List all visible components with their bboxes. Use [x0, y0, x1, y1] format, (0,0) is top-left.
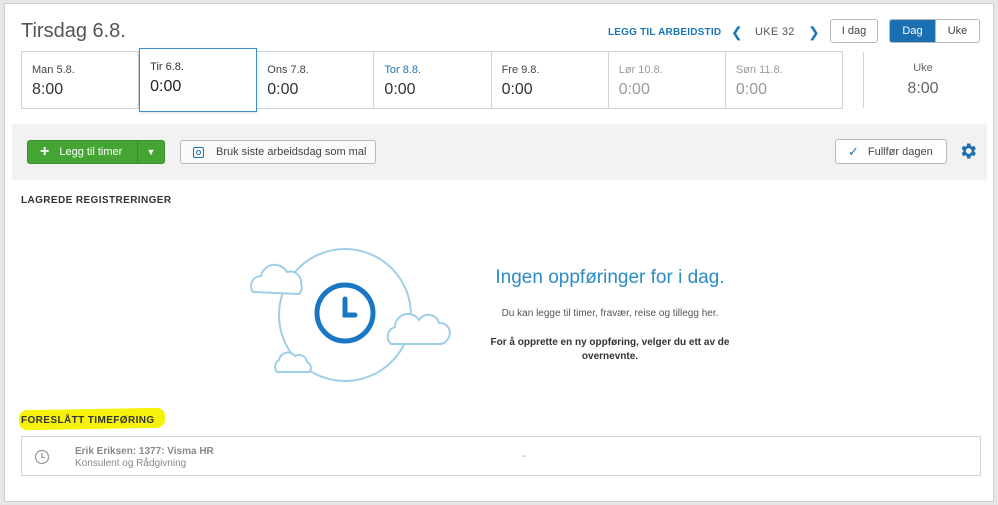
week-total: Uke 8:00: [875, 62, 971, 98]
week-total-value: 8:00: [907, 80, 939, 97]
suggested-entry-row[interactable]: Erik Eriksen: 1377: Visma HR Konsulent o…: [21, 436, 981, 476]
saved-entries-title: LAGREDE REGISTRERINGER: [21, 195, 172, 206]
action-toolbar: + Legg til timer ▼ Bruk siste arbeidsdag…: [12, 124, 987, 180]
day-name: Fre 9.8.: [501, 64, 540, 76]
day-hours: 0:00: [384, 81, 416, 98]
chevron-left-icon[interactable]: ❮: [731, 20, 743, 44]
plus-icon: +: [40, 143, 50, 160]
day-hours: 0:00: [735, 81, 767, 98]
day-tab-tue[interactable]: Tir 6.8. 0:00: [139, 48, 258, 112]
day-tab-sat[interactable]: Lør 10.8. 0:00: [609, 52, 726, 108]
day-tab-fri[interactable]: Fre 9.8. 0:00: [492, 52, 609, 108]
use-template-button[interactable]: Bruk siste arbeidsdag som mal: [180, 140, 376, 164]
add-worktime-link[interactable]: LEGG TIL ARBEIDSTID: [608, 20, 721, 44]
empty-state-instruction: For å opprette en ny oppføring, velger d…: [490, 337, 730, 362]
day-hours: 0:00: [267, 81, 299, 98]
day-name: Søn 11.8.: [735, 64, 783, 76]
day-tab-wed[interactable]: Ons 7.8. 0:00: [257, 52, 375, 108]
empty-state-subtext: Du kan legge til timer, fravær, reise og…: [501, 308, 719, 319]
divider: [863, 52, 864, 108]
day-hours: 0:00: [618, 81, 650, 98]
add-hours-main: + Legg til timer: [28, 141, 138, 163]
caret-down-icon[interactable]: ▼: [138, 141, 164, 163]
use-template-label: Bruk siste arbeidsdag som mal: [216, 146, 367, 158]
day-name: Lør 10.8.: [618, 64, 663, 76]
suggested-entry-value: -: [522, 451, 526, 462]
finish-day-label: Fullfør dagen: [867, 145, 933, 158]
calendar-icon: [193, 146, 204, 158]
add-hours-button[interactable]: + Legg til timer ▼: [27, 140, 165, 164]
empty-state-heading: Ingen oppføringer for i dag.: [495, 267, 725, 288]
finish-day-button[interactable]: ✓ Fullfør dagen: [835, 139, 947, 164]
week-label: UKE 32: [755, 26, 795, 38]
view-week-button[interactable]: Uke: [935, 20, 979, 42]
day-name: Ons 7.8.: [267, 64, 309, 76]
clock-icon: [314, 282, 376, 344]
day-name: Man 5.8.: [32, 64, 75, 76]
app-frame: Tirsdag 6.8. LEGG TIL ARBEIDSTID ❮ UKE 3…: [4, 3, 994, 502]
checkmark-icon: ✓: [848, 143, 859, 159]
day-hours: 0:00: [501, 81, 533, 98]
day-name: Tir 6.8.: [150, 61, 184, 73]
day-tab-thu[interactable]: Tor 8.8. 0:00: [374, 52, 492, 108]
today-button[interactable]: I dag: [830, 19, 878, 43]
suggested-entry-title: Erik Eriksen: 1377: Visma HR: [75, 446, 214, 457]
add-hours-label: Legg til timer: [59, 146, 123, 158]
day-name: Tor 8.8.: [384, 64, 422, 76]
day-hours: 0:00: [150, 78, 182, 95]
day-strip: Man 5.8. 8:00 Tir 6.8. 0:00 Ons 7.8. 0:0…: [21, 48, 843, 112]
day-tab-mon[interactable]: Man 5.8. 8:00: [22, 52, 140, 108]
suggested-entries-title: FORESLÅTT TIMEFØRING: [21, 415, 155, 426]
week-total-label: Uke: [913, 62, 933, 74]
cloud-icon: [386, 312, 451, 345]
view-day-button[interactable]: Dag: [890, 20, 935, 42]
view-toggle: Dag Uke: [889, 19, 980, 43]
suggested-entry-subtitle: Konsulent og Rådgivning: [75, 458, 187, 469]
cloud-icon: [250, 263, 303, 296]
day-hours: 8:00: [32, 81, 64, 98]
chevron-right-icon[interactable]: ❯: [808, 20, 820, 44]
page-title: Tirsdag 6.8.: [21, 20, 126, 42]
gear-icon[interactable]: [958, 141, 978, 161]
empty-state-illustration: [250, 248, 451, 382]
clock-icon: [34, 449, 50, 465]
day-tab-sun[interactable]: Søn 11.8. 0:00: [726, 52, 842, 108]
